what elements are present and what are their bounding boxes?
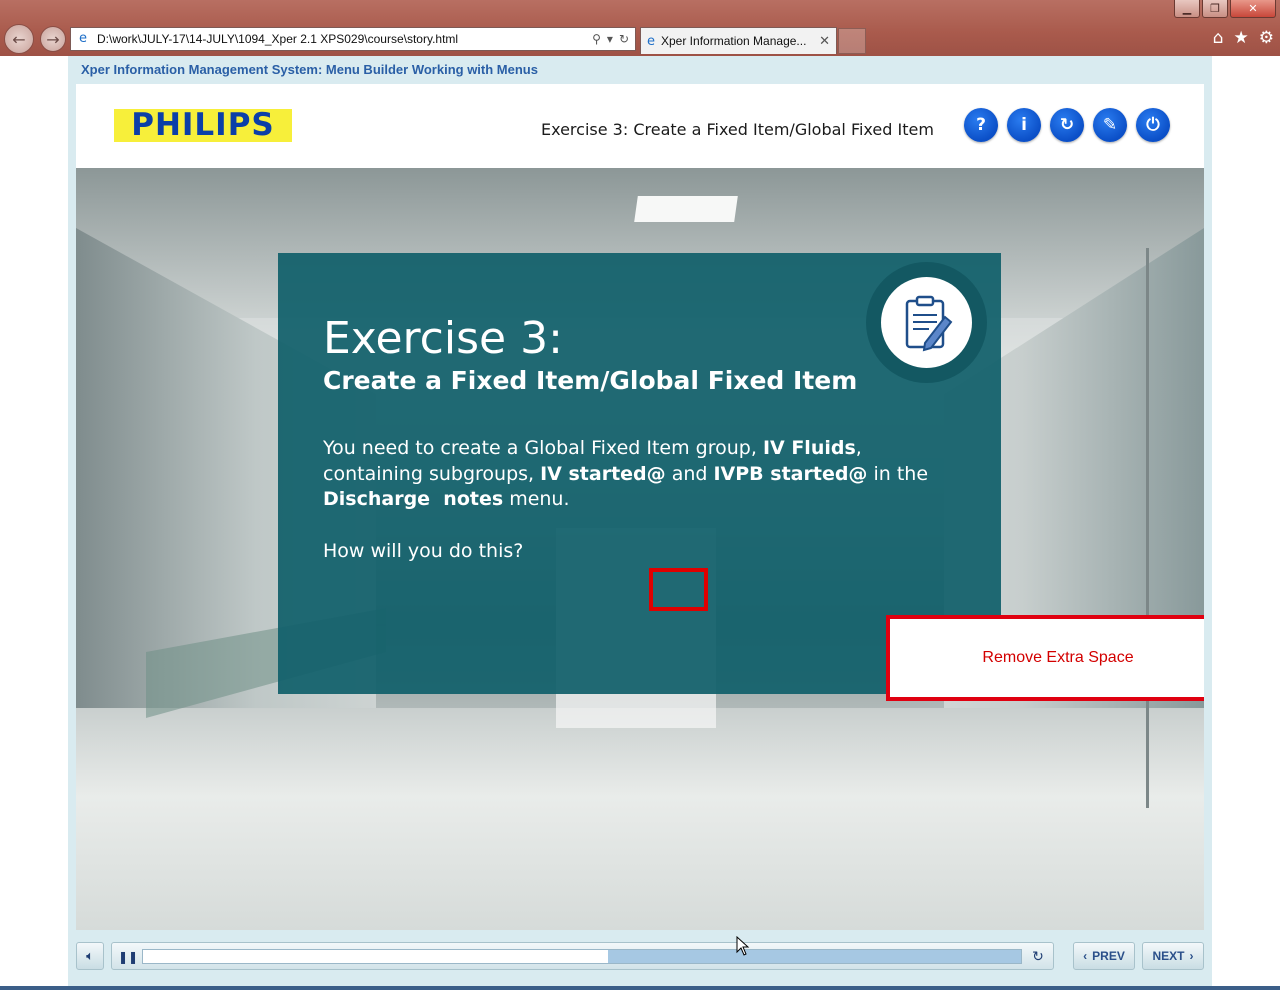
ie-icon: e (647, 33, 655, 49)
tab-title: Xper Information Manage... (661, 34, 807, 48)
pause-button[interactable]: ❚❚ (118, 949, 138, 965)
clipboard-badge (866, 262, 987, 383)
arrow-left-icon: ← (12, 29, 26, 49)
annotation-callout: Remove Extra Space (886, 615, 1204, 701)
speaker-icon: 🔈︎ (86, 948, 94, 964)
prev-label: PREV (1092, 949, 1125, 963)
clipboard-pencil-icon (905, 295, 952, 351)
tab-close-icon[interactable]: ✕ (819, 34, 836, 49)
exit-button[interactable]: ⏻ (1136, 108, 1170, 142)
browser-titlebar: ▁ ❐ ✕ ← → e D:\work\JULY-17\14-JULY\1094… (0, 0, 1280, 56)
help-icon: ? (976, 115, 986, 135)
progress-played (143, 950, 609, 963)
arrow-right-icon: → (46, 29, 60, 49)
back-button[interactable]: ← (4, 24, 34, 54)
browser-tab[interactable]: e Xper Information Manage... ✕ (640, 27, 837, 54)
power-icon: ⏻ (1146, 115, 1160, 135)
home-icon[interactable]: ⌂ (1213, 28, 1224, 48)
background-iv-pole (1146, 248, 1149, 808)
pause-icon: ❚❚ (118, 950, 139, 964)
search-icon[interactable]: ⚲ (592, 32, 601, 46)
mouse-cursor (736, 936, 750, 956)
replay-button[interactable]: ↻ (1029, 948, 1047, 966)
close-window-button[interactable]: ✕ (1230, 0, 1276, 18)
gear-icon[interactable]: ⚙ (1259, 28, 1274, 48)
info-icon: i (1021, 115, 1027, 135)
refresh-icon[interactable]: ↻ (619, 32, 629, 46)
browser-toolbar-icons: ⌂ ★ ⚙ (1213, 28, 1274, 48)
address-tools: ⚲ ▾ ↻ (592, 32, 635, 46)
next-label: NEXT (1152, 949, 1185, 963)
forward-button[interactable]: → (40, 26, 66, 52)
exercise-card: Exercise 3: Create a Fixed Item/Global F… (278, 253, 1204, 701)
feather-icon: ✎ (1102, 115, 1118, 135)
player-bar: 🔈︎ ❚❚ ↻ ‹ PREV NEXT › (76, 930, 1204, 986)
header-exercise-title: Exercise 3: Create a Fixed Item/Global F… (541, 120, 934, 139)
volume-button[interactable]: 🔈︎ (76, 942, 104, 970)
course-title: Xper Information Management System: Menu… (81, 62, 538, 77)
minimize-button[interactable]: ▁ (1174, 0, 1200, 18)
exercise-instructions: You need to create a Global Fixed Item g… (323, 437, 929, 510)
chevron-right-icon: › (1189, 949, 1194, 963)
background-floor (76, 708, 1204, 930)
window-controls: ▁ ❐ ✕ (1174, 0, 1276, 18)
dropdown-icon[interactable]: ▾ (607, 32, 613, 46)
next-button[interactable]: NEXT › (1142, 942, 1204, 970)
taskbar (0, 986, 1280, 990)
exercise-subtitle: Create a Fixed Item/Global Fixed Item (323, 366, 858, 395)
page-content: Xper Information Management System: Menu… (0, 56, 1280, 986)
refresh-icon: ↻ (1059, 115, 1075, 135)
glossary-button[interactable]: ✎ (1093, 108, 1127, 142)
favorites-star-icon[interactable]: ★ (1234, 28, 1249, 48)
chevron-left-icon: ‹ (1083, 949, 1088, 963)
replay-button[interactable]: ↻ (1050, 108, 1084, 142)
annotation-text: Remove Extra Space (982, 649, 1134, 666)
help-button[interactable]: ? (964, 108, 998, 142)
philips-logo: PHILIPS (114, 109, 292, 142)
exercise-question: How will you do this? (323, 540, 524, 562)
progress-track[interactable] (142, 949, 1022, 964)
highlight-box (649, 568, 708, 611)
address-url[interactable]: D:\work\JULY-17\14-JULY\1094_Xper 2.1 XP… (97, 32, 592, 46)
slide-stage: Exercise 3: Create a Fixed Item/Global F… (76, 168, 1204, 930)
course-header: PHILIPS Exercise 3: Create a Fixed Item/… (76, 84, 1204, 168)
ie-icon: e (79, 31, 87, 46)
header-buttons: ? i ↻ ✎ ⏻ (964, 108, 1170, 142)
maximize-button[interactable]: ❐ (1202, 0, 1228, 18)
new-tab-button[interactable] (838, 28, 866, 54)
background-ceiling-light (634, 196, 738, 222)
info-button[interactable]: i (1007, 108, 1041, 142)
address-bar[interactable]: e D:\work\JULY-17\14-JULY\1094_Xper 2.1 … (70, 27, 636, 51)
prev-button[interactable]: ‹ PREV (1073, 942, 1135, 970)
exercise-title: Exercise 3: (323, 313, 563, 364)
seekbar-panel: ❚❚ ↻ (111, 942, 1054, 970)
replay-icon: ↻ (1032, 949, 1044, 965)
course-frame: Xper Information Management System: Menu… (68, 56, 1212, 986)
